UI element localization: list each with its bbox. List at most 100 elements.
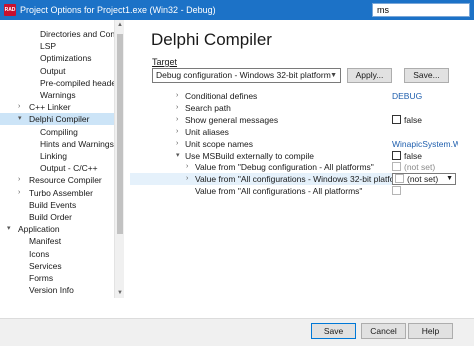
dialog-footer: Save Cancel Help (0, 318, 474, 346)
checkbox[interactable] (392, 186, 401, 196)
property-value-cell[interactable]: DEBUG (392, 90, 458, 102)
chevron-right-icon[interactable]: › (176, 102, 178, 114)
property-row[interactable]: › Conditional defines DEBUG (130, 90, 450, 102)
sidebar-item-label: Build Events (29, 199, 77, 210)
chevron-right-icon[interactable]: › (176, 114, 178, 126)
chevron-down-icon[interactable]: ▾ (7, 223, 11, 235)
target-label: Target (152, 57, 177, 67)
sidebar-item-label: Turbo Assembler (29, 187, 93, 198)
sidebar-item[interactable]: Output (0, 65, 114, 77)
chevron-right-icon[interactable]: › (186, 173, 188, 185)
tree-scrollbar[interactable]: ▲ ▼ (114, 20, 124, 298)
sidebar-item[interactable]: › Turbo Assembler (0, 187, 114, 199)
sidebar-item-label: Manifest (29, 236, 62, 247)
target-select[interactable]: Debug configuration - Windows 32-bit pla… (152, 68, 341, 83)
target-label-text: Target (152, 57, 178, 67)
window-title: Project Options for Project1.exe (Win32 … (20, 5, 216, 15)
property-value-cell[interactable]: WinapicSystem.Wir (392, 138, 458, 150)
sidebar-item[interactable]: ▾ Application (0, 223, 114, 235)
sidebar-item[interactable]: Pre-compiled headers (0, 77, 114, 89)
sidebar-item[interactable]: Build Order (0, 211, 114, 223)
sidebar-item[interactable]: Linking (0, 150, 114, 162)
property-name: Value from "All configurations - Windows… (195, 174, 408, 185)
property-row[interactable]: › Value from "Debug configuration - All p… (130, 161, 450, 173)
chevron-right-icon[interactable]: › (176, 90, 178, 102)
property-row[interactable]: › Search path (130, 102, 450, 114)
sidebar-item-label: Directories and Conditi (40, 29, 114, 39)
sidebar-item[interactable]: Warnings (0, 89, 114, 101)
chevron-right-icon[interactable]: › (18, 187, 20, 199)
property-row[interactable]: › Value from "All configurations - Window… (130, 173, 456, 186)
chevron-right-icon[interactable]: › (18, 174, 20, 186)
rad-studio-icon: RAD (4, 4, 16, 16)
sidebar-item[interactable]: Compiling (0, 126, 114, 138)
main-panel: Delphi Compiler Target Debug configurati… (130, 20, 474, 298)
property-value-cell[interactable]: false (392, 150, 458, 162)
sidebar-item[interactable]: Build Events (0, 199, 114, 211)
property-row[interactable]: Value from "All configurations - All pla… (130, 185, 450, 197)
property-value-select[interactable]: (not set) ▼ (392, 173, 456, 186)
property-name: Value from "Debug configuration - All pl… (195, 162, 374, 173)
save-button[interactable]: Save (311, 323, 356, 339)
sidebar-item[interactable]: Version Info (0, 284, 114, 296)
property-row[interactable]: › Unit scope names WinapicSystem.Wir (130, 138, 458, 150)
sidebar-item[interactable]: › Resource Compiler (0, 174, 114, 186)
sidebar-item[interactable]: Services (0, 260, 114, 272)
sidebar-item-label: Output - C/C++ (40, 163, 98, 174)
cancel-button[interactable]: Cancel (361, 323, 406, 339)
property-value-cell[interactable] (392, 185, 458, 197)
chevron-right-icon[interactable]: › (18, 101, 20, 113)
chevron-down-icon[interactable]: ▼ (446, 174, 453, 184)
chevron-right-icon[interactable]: › (176, 138, 178, 150)
page-title: Delphi Compiler (151, 30, 272, 49)
chevron-right-icon[interactable]: › (176, 126, 178, 138)
chevron-right-icon[interactable]: › (7, 296, 9, 298)
search-input[interactable]: ms (372, 3, 470, 17)
sidebar-item[interactable]: Hints and Warnings (0, 138, 114, 150)
sidebar-item-label: Forms (29, 273, 54, 283)
property-name: Use MSBuild externally to compile (185, 150, 314, 161)
property-value: (not set) (407, 174, 439, 185)
target-select-value: Debug configuration - Windows 32-bit pla… (156, 70, 331, 80)
checkbox[interactable] (392, 150, 401, 160)
property-row[interactable]: ▾ Use MSBuild externally to compile false (130, 150, 450, 162)
save-options-button[interactable]: Save... (404, 68, 449, 83)
sidebar-item[interactable]: Manifest (0, 235, 114, 247)
scroll-up-icon[interactable]: ▲ (115, 20, 124, 30)
chevron-right-icon[interactable]: › (186, 161, 188, 173)
title-bar: RAD Project Options for Project1.exe (Wi… (0, 0, 474, 20)
property-row[interactable]: › Unit aliases (130, 126, 450, 138)
sidebar-item-label: Compiling (40, 126, 78, 137)
scroll-down-icon[interactable]: ▼ (115, 288, 124, 298)
scroll-thumb[interactable] (117, 34, 123, 234)
sidebar-item-label: Application (18, 224, 60, 235)
property-name: Unit scope names (185, 138, 254, 149)
sidebar-item[interactable]: Optimizations (0, 52, 114, 64)
chevron-down-icon[interactable]: ▾ (18, 113, 22, 125)
chevron-down-icon: ▼ (330, 72, 337, 79)
sidebar-item[interactable]: › Debugger (0, 296, 114, 298)
checkbox[interactable] (392, 114, 401, 124)
sidebar-item-label: Linking (40, 151, 67, 161)
sidebar-item-label: Debugger (18, 296, 55, 298)
apply-button[interactable]: Apply... (347, 68, 392, 83)
property-name: Conditional defines (185, 91, 258, 101)
sidebar-item[interactable]: Icons (0, 248, 114, 260)
sidebar-item[interactable]: Forms (0, 272, 114, 284)
property-row[interactable]: › Show general messages false (130, 114, 450, 126)
sidebar-item-label: Warnings (40, 90, 76, 100)
property-value-cell[interactable]: false (392, 114, 458, 126)
sidebar-item[interactable]: ▾ Delphi Compiler (0, 113, 114, 126)
property-value-cell[interactable]: (not set) (392, 161, 458, 173)
property-value: (not set) (404, 162, 436, 173)
help-button[interactable]: Help (408, 323, 453, 339)
sidebar-item-label: Resource Compiler (29, 175, 102, 186)
chevron-down-icon[interactable]: ▾ (176, 150, 180, 162)
sidebar-item[interactable]: Directories and Conditi (0, 28, 114, 40)
sidebar-item[interactable]: LSP (0, 40, 114, 52)
checkbox[interactable] (392, 162, 401, 172)
sidebar-item[interactable]: › C++ Linker (0, 101, 114, 113)
sidebar-item-label: Delphi Compiler (29, 114, 90, 125)
sidebar-item[interactable]: Output - C/C++ (0, 162, 114, 174)
checkbox[interactable] (395, 174, 404, 184)
